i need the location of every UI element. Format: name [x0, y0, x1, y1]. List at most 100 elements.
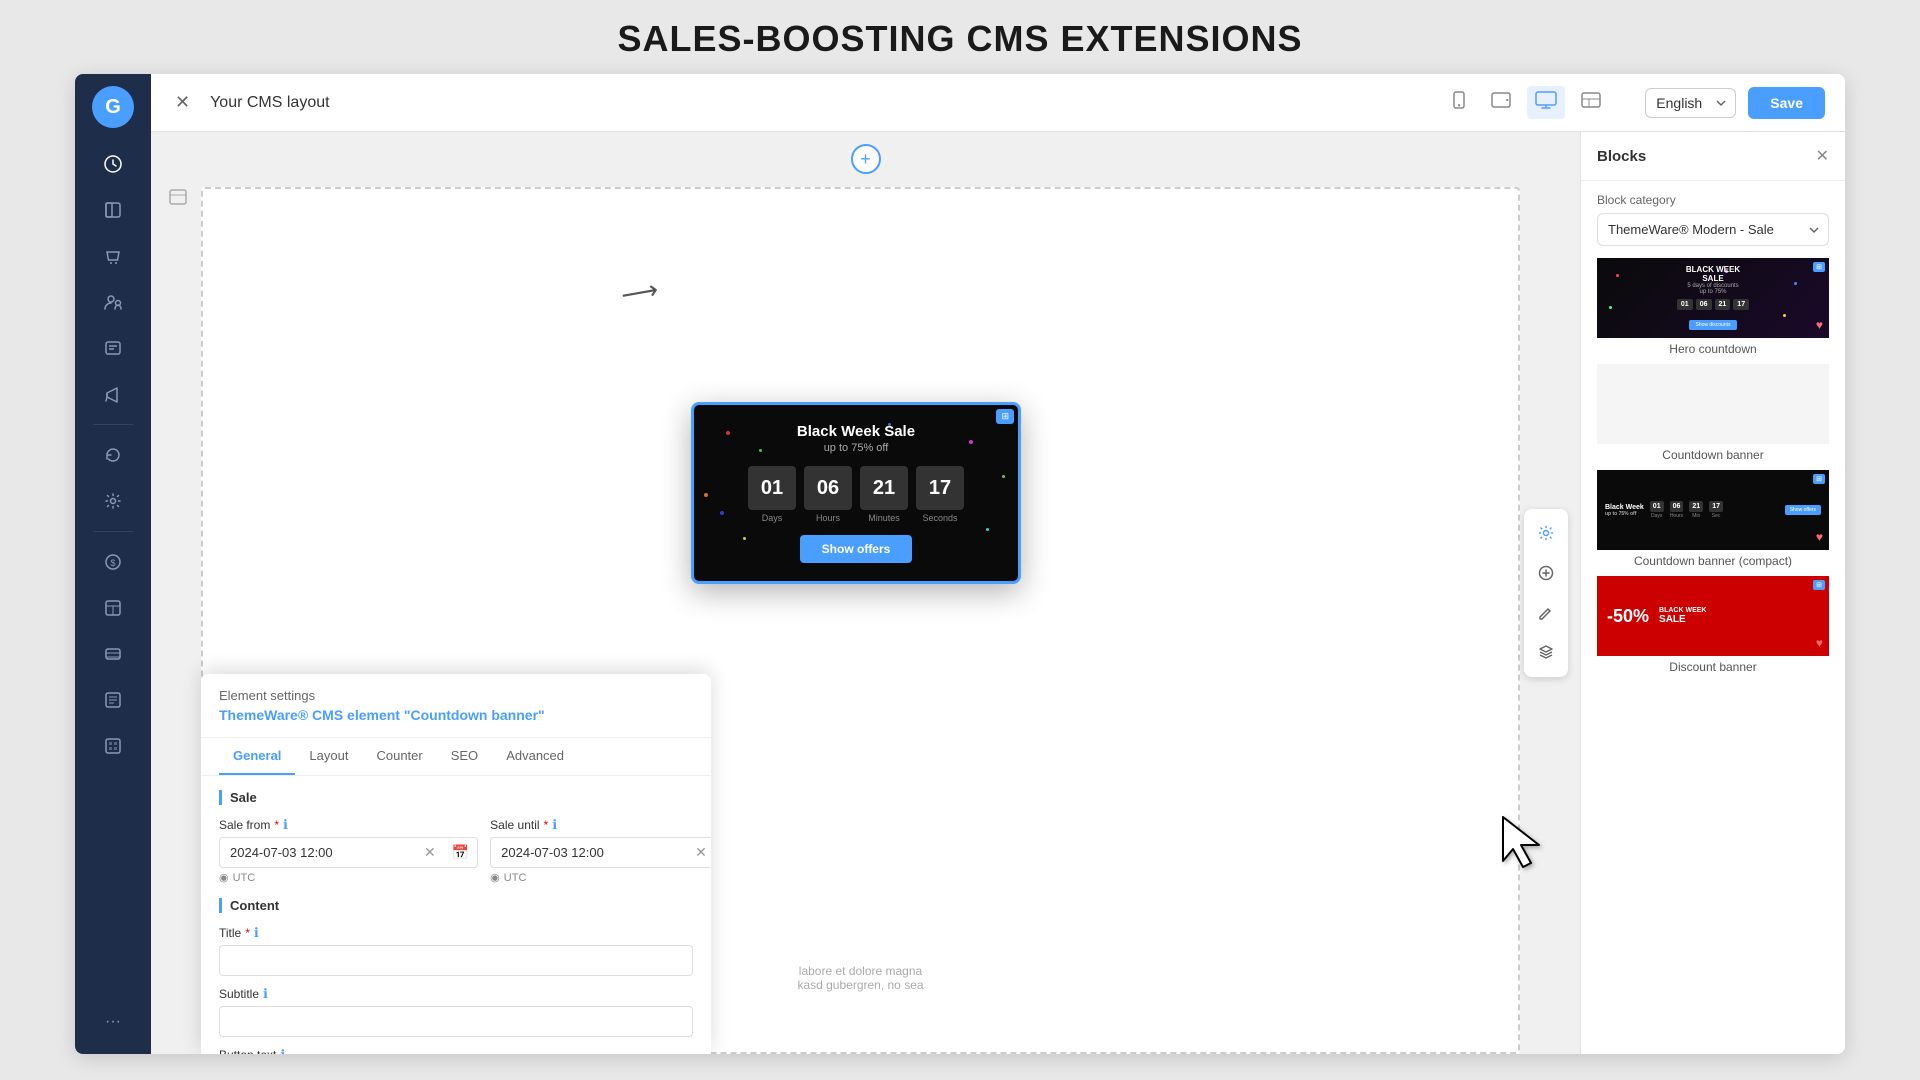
sp-tab-advanced[interactable]: Advanced	[492, 738, 578, 775]
sp-sale-from-input-wrap: ✕ 📅	[219, 837, 478, 868]
bp-hero-heart[interactable]: ♥	[1816, 318, 1823, 332]
sidebar: G	[75, 74, 151, 1054]
sp-sale-until-field: Sale until * ℹ ✕ 📅	[490, 817, 711, 884]
bp-category-select[interactable]: ThemeWare® Modern - Sale	[1597, 213, 1829, 246]
sp-element-title: ThemeWare® CMS element "Countdown banner…	[219, 707, 693, 723]
sp-sale-until-label: Sale until * ℹ	[490, 817, 711, 833]
bp-hero-thumbnail: BLACK WEEK SALE 5 days of discountsup to…	[1597, 258, 1829, 338]
particle	[1002, 475, 1005, 478]
countdown-show-offers-button[interactable]: Show offers	[800, 535, 913, 563]
device-layout-button[interactable]	[1573, 86, 1609, 119]
bp-category-label: Block category	[1581, 181, 1845, 213]
sidebar-logo[interactable]: G	[92, 86, 134, 128]
content-area: ✕ Your CMS layout	[151, 74, 1845, 1054]
device-mobile-button[interactable]	[1443, 86, 1475, 119]
sp-info-icon-title[interactable]: ℹ	[254, 925, 259, 941]
save-button[interactable]: Save	[1748, 87, 1825, 119]
language-select[interactable]: English German	[1645, 88, 1736, 118]
sp-sale-from-input[interactable]	[220, 838, 416, 867]
sidebar-icon-users[interactable]	[93, 282, 133, 322]
bp-hero-img-wrapper[interactable]: BLACK WEEK SALE 5 days of discountsup to…	[1597, 258, 1829, 338]
sidebar-icon-table1[interactable]	[93, 588, 133, 628]
bp-compact-heart[interactable]: ♥	[1816, 530, 1823, 544]
bp-discount-img-wrapper[interactable]: -50% BLACK WEEK SALE ⊞ ♥	[1597, 576, 1829, 656]
device-desktop-button[interactable]	[1527, 86, 1565, 119]
sp-tab-counter[interactable]: Counter	[362, 738, 436, 775]
sp-info-icon-sale-from[interactable]: ℹ	[283, 817, 288, 833]
sidebar-icon-table3[interactable]	[93, 680, 133, 720]
sp-title-input[interactable]: Don't miss any discounts!	[219, 945, 693, 976]
sidebar-divider	[93, 424, 133, 425]
sp-content-gap: Content Title * ℹ Don't miss any discoun…	[219, 898, 693, 1054]
sidebar-icon-pages[interactable]	[93, 190, 133, 230]
sidebar-icon-orders[interactable]: $	[93, 542, 133, 582]
add-block-button[interactable]: +	[851, 144, 881, 174]
bp-item-compact: Black Week up to 75% off 01 Days 06	[1597, 470, 1829, 568]
sp-button-text-label: Button text ℹ	[219, 1047, 693, 1054]
bp-hero-badge: ⊞	[1813, 262, 1825, 272]
countdown-banner-preview: ⊞ Black Week Sale up to 75% off 01 Days	[691, 402, 1021, 584]
sidebar-icon-analytics[interactable]	[93, 144, 133, 184]
topbar-title: Your CMS layout	[210, 94, 329, 112]
sp-subtitle-input[interactable]: up to 75% off	[219, 1006, 693, 1037]
bp-discount-heart[interactable]: ♥	[1816, 636, 1823, 650]
bp-close-button[interactable]: ✕	[1816, 146, 1829, 166]
bp-compact-img-wrapper[interactable]: Black Week up to 75% off 01 Days 06	[1597, 470, 1829, 550]
bp-countdown-thumbnail	[1597, 364, 1829, 444]
tool-edit-icon[interactable]	[1530, 597, 1562, 629]
add-block-toolbar: +	[851, 144, 881, 174]
thumb-compact-left: Black Week up to 75% off	[1605, 504, 1644, 517]
sidebar-icon-table4[interactable]	[93, 726, 133, 766]
sp-sale-from-clear[interactable]: ✕	[416, 844, 444, 861]
bp-header: Blocks ✕	[1581, 132, 1845, 181]
svg-text:$: $	[110, 558, 115, 568]
bp-compact-badge: ⊞	[1813, 474, 1825, 484]
cp-seconds: 17 Seconds	[916, 466, 964, 523]
thumb-compact-time-sec: 17 Sec	[1709, 501, 1723, 519]
sp-sale-until-clear[interactable]: ✕	[687, 844, 711, 861]
sp-subtitle-field: Subtitle ℹ up to 75% off	[219, 986, 693, 1037]
device-switcher	[1443, 86, 1609, 119]
sp-info-icon-sale-until[interactable]: ℹ	[552, 817, 557, 833]
topbar: ✕ Your CMS layout	[151, 74, 1845, 132]
bp-discount-badge: ⊞	[1813, 580, 1825, 590]
particle	[704, 493, 708, 497]
sp-sale-row: Sale from * ℹ ✕ 📅	[219, 817, 693, 884]
sidebar-icon-marketing[interactable]	[93, 374, 133, 414]
sidebar-icon-settings[interactable]	[93, 481, 133, 521]
thumb-compact-time-min: 21 Min	[1689, 501, 1703, 519]
sp-info-icon-subtitle[interactable]: ℹ	[263, 986, 268, 1002]
sidebar-icon-products[interactable]	[93, 236, 133, 276]
sidebar-more[interactable]: ···	[93, 1002, 133, 1042]
sidebar-divider-2	[93, 531, 133, 532]
sp-sale-until-input[interactable]	[491, 838, 687, 867]
tool-layers-icon[interactable]	[1530, 637, 1562, 669]
sp-tab-layout[interactable]: Layout	[295, 738, 362, 775]
preview-badge: ⊞	[996, 409, 1014, 424]
sp-header: Element settings ThemeWare® CMS element …	[201, 674, 711, 738]
cp-subtitle: up to 75% off	[710, 442, 1002, 454]
sp-sale-from-calendar[interactable]: 📅	[444, 844, 477, 861]
thumb-hero-content: BLACK WEEK SALE 5 days of discountsup to…	[1597, 265, 1829, 331]
cp-title: Black Week Sale	[710, 423, 1002, 440]
layout-toggle-button[interactable]	[163, 182, 193, 212]
cp-minutes: 21 Minutes	[860, 466, 908, 523]
editor-wrapper: + Choose from various slides with extrem…	[151, 132, 1845, 1054]
sp-info-icon-button-text[interactable]: ℹ	[280, 1047, 285, 1054]
sidebar-icon-content[interactable]	[93, 328, 133, 368]
bp-discount-label: Discount banner	[1597, 660, 1829, 674]
sp-content-section-label: Content	[219, 898, 693, 913]
sp-tab-general[interactable]: General	[219, 738, 295, 775]
canvas-area: + Choose from various slides with extrem…	[151, 132, 1580, 1054]
countdown-content: Black Week Sale up to 75% off 01 Days 06…	[710, 423, 1002, 563]
sp-tab-seo[interactable]: SEO	[437, 738, 492, 775]
sidebar-icon-refresh[interactable]	[93, 435, 133, 475]
tool-add-icon[interactable]	[1530, 557, 1562, 589]
device-tablet-button[interactable]	[1483, 86, 1519, 119]
close-button[interactable]: ✕	[171, 88, 194, 117]
bp-countdown-img-wrapper[interactable]	[1597, 364, 1829, 444]
sp-title: Element settings	[219, 688, 693, 703]
sidebar-icon-table2[interactable]	[93, 634, 133, 674]
tool-settings-icon[interactable]	[1530, 517, 1562, 549]
bp-item-discount: -50% BLACK WEEK SALE ⊞ ♥ Discount banner	[1597, 576, 1829, 674]
